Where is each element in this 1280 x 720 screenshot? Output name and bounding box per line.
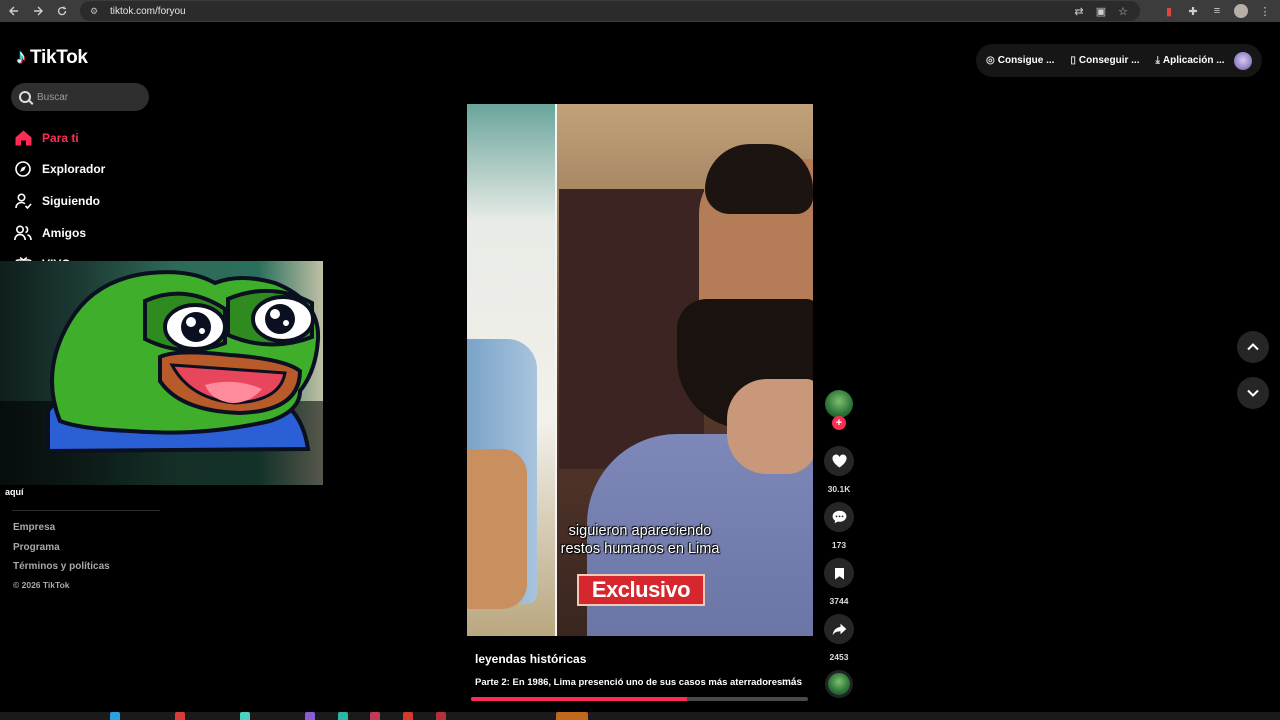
streamer-overlay <box>0 261 323 485</box>
sidebar-item-label: Siguiendo <box>42 193 100 208</box>
menu-kebab-icon[interactable]: ⋮ <box>1258 5 1272 18</box>
address-bar[interactable]: ⚙ tiktok.com/foryou <box>80 1 1140 21</box>
user-avatar[interactable] <box>1234 52 1252 70</box>
video-progress-bar[interactable] <box>471 697 808 701</box>
previous-video-button[interactable] <box>1237 331 1269 363</box>
tiktok-logo[interactable]: ♪ TikTok <box>16 46 88 69</box>
browser-extensions: ▮ ✚ ≡ ⋮ <box>1162 0 1272 22</box>
taskbar-app-icon[interactable] <box>338 712 348 720</box>
taskbar-app-icon[interactable] <box>436 712 446 720</box>
sidebar-divider <box>12 510 160 511</box>
sidebar-item-label: Explorador <box>42 162 106 177</box>
share-button[interactable] <box>824 614 854 644</box>
sidebar-item-label: Para ti <box>42 130 79 145</box>
save-button[interactable] <box>824 558 854 588</box>
url-text: tiktok.com/foryou <box>110 5 186 17</box>
friends-icon <box>14 224 32 242</box>
forward-button[interactable] <box>26 0 50 22</box>
taskbar-app-icon[interactable] <box>240 712 250 720</box>
sidebar-item-siguiendo[interactable]: Siguiendo <box>14 185 105 217</box>
video-author[interactable]: leyendas históricas <box>475 652 586 666</box>
get-coins-button[interactable]: ◎ Consigue ... <box>986 55 1054 66</box>
chevron-up-icon <box>1247 343 1259 351</box>
video-subtitle: siguieron apareciendo restos humanos en … <box>537 522 743 558</box>
comment-count: 173 <box>831 540 847 550</box>
footer-link-empresa[interactable]: Empresa <box>13 522 110 542</box>
footer-link-programa[interactable]: Programa <box>13 542 110 562</box>
heart-icon <box>831 454 847 468</box>
search-input[interactable] <box>37 91 137 103</box>
taskbar-app-icon[interactable] <box>175 712 185 720</box>
footer-links: Empresa Programa Términos y políticas <box>13 522 110 581</box>
taskbar-app-icon[interactable] <box>305 712 315 720</box>
address-bar-actions: ⇄ ▣ ☆ <box>1072 0 1130 22</box>
footer-link-terminos[interactable]: Términos y políticas <box>13 561 110 581</box>
search-box[interactable] <box>11 83 149 111</box>
arrow-left-icon <box>9 6 18 16</box>
creator-avatar[interactable] <box>825 390 853 418</box>
profile-avatar-icon[interactable] <box>1234 4 1248 18</box>
music-disc-icon[interactable] <box>825 670 853 698</box>
extensions-puzzle-icon[interactable]: ✚ <box>1186 5 1200 18</box>
like-count: 30.1K <box>827 484 851 494</box>
home-icon <box>14 129 32 147</box>
subtitle-line: siguieron apareciendo <box>568 523 712 539</box>
bookmark-star-icon[interactable]: ☆ <box>1116 5 1130 18</box>
subtitle-line: restos humanos en Lima <box>560 541 720 557</box>
comment-icon <box>832 510 846 524</box>
copyright: © 2026 TikTok <box>13 580 70 590</box>
video-progress-fill <box>471 697 687 701</box>
os-taskbar <box>0 712 1280 720</box>
download-app-button[interactable]: ⤓ Aplicación ... <box>1155 55 1224 66</box>
sidebar-nav: Para ti Explorador Siguiendo Amigos VIVO <box>14 122 105 280</box>
download-app-label: Aplicación ... <box>1162 55 1225 66</box>
back-button[interactable] <box>2 0 26 22</box>
reload-icon <box>57 6 67 16</box>
taskbar-app-icon[interactable] <box>110 712 120 720</box>
compass-icon <box>14 160 32 178</box>
following-icon <box>14 192 32 210</box>
sidebar-item-amigos[interactable]: Amigos <box>14 217 105 249</box>
follow-plus-icon[interactable]: + <box>832 416 846 430</box>
taskbar-app-icon[interactable] <box>403 712 413 720</box>
install-app-icon[interactable]: ▣ <box>1094 5 1108 18</box>
exclusive-banner: Exclusivo <box>577 574 705 606</box>
get-app-button[interactable]: ▯ Conseguir ... <box>1070 55 1139 66</box>
reload-button[interactable] <box>50 0 74 22</box>
video-player[interactable]: siguieron apareciendo restos humanos en … <box>467 104 813 636</box>
pepe-frog-emote <box>46 270 321 454</box>
share-icon <box>832 623 846 635</box>
comment-button[interactable] <box>824 502 854 532</box>
translate-icon[interactable]: ⇄ <box>1072 5 1086 18</box>
taskbar-app-icon[interactable] <box>370 712 380 720</box>
phone-icon: ▯ <box>1070 55 1076 66</box>
reading-list-icon[interactable]: ≡ <box>1210 5 1224 17</box>
sidebar-item-explorador[interactable]: Explorador <box>14 154 105 186</box>
next-video-button[interactable] <box>1237 377 1269 409</box>
coin-icon: ◎ <box>986 55 995 66</box>
like-button[interactable] <box>824 446 854 476</box>
sidebar-item-label: Amigos <box>42 225 87 240</box>
save-count: 3744 <box>829 596 849 606</box>
chevron-down-icon <box>1247 389 1259 397</box>
overlay-caption: aquí <box>5 487 24 497</box>
arrow-right-icon <box>34 6 43 16</box>
bookmark-icon <box>834 567 844 579</box>
site-info-icon[interactable]: ⚙ <box>90 6 104 17</box>
share-count: 2453 <box>829 652 849 662</box>
logo-text: TikTok <box>30 46 88 68</box>
get-app-label: Conseguir ... <box>1078 55 1140 66</box>
search-icon[interactable] <box>19 91 31 103</box>
video-description: Parte 2: En 1986, Lima presenció uno de … <box>475 677 786 688</box>
download-icon: ⤓ <box>1155 55 1160 66</box>
more-link[interactable]: más <box>782 677 802 688</box>
tiktok-note-icon: ♪ <box>16 46 26 68</box>
sidebar-item-para-ti[interactable]: Para ti <box>14 122 105 154</box>
top-actions-bar: ◎ Consigue ... ▯ Conseguir ... ⤓ Aplicac… <box>976 44 1262 77</box>
extension-icon[interactable]: ▮ <box>1162 5 1176 18</box>
get-coins-label: Consigue ... <box>997 55 1055 66</box>
taskbar-app-icon[interactable] <box>556 712 588 720</box>
